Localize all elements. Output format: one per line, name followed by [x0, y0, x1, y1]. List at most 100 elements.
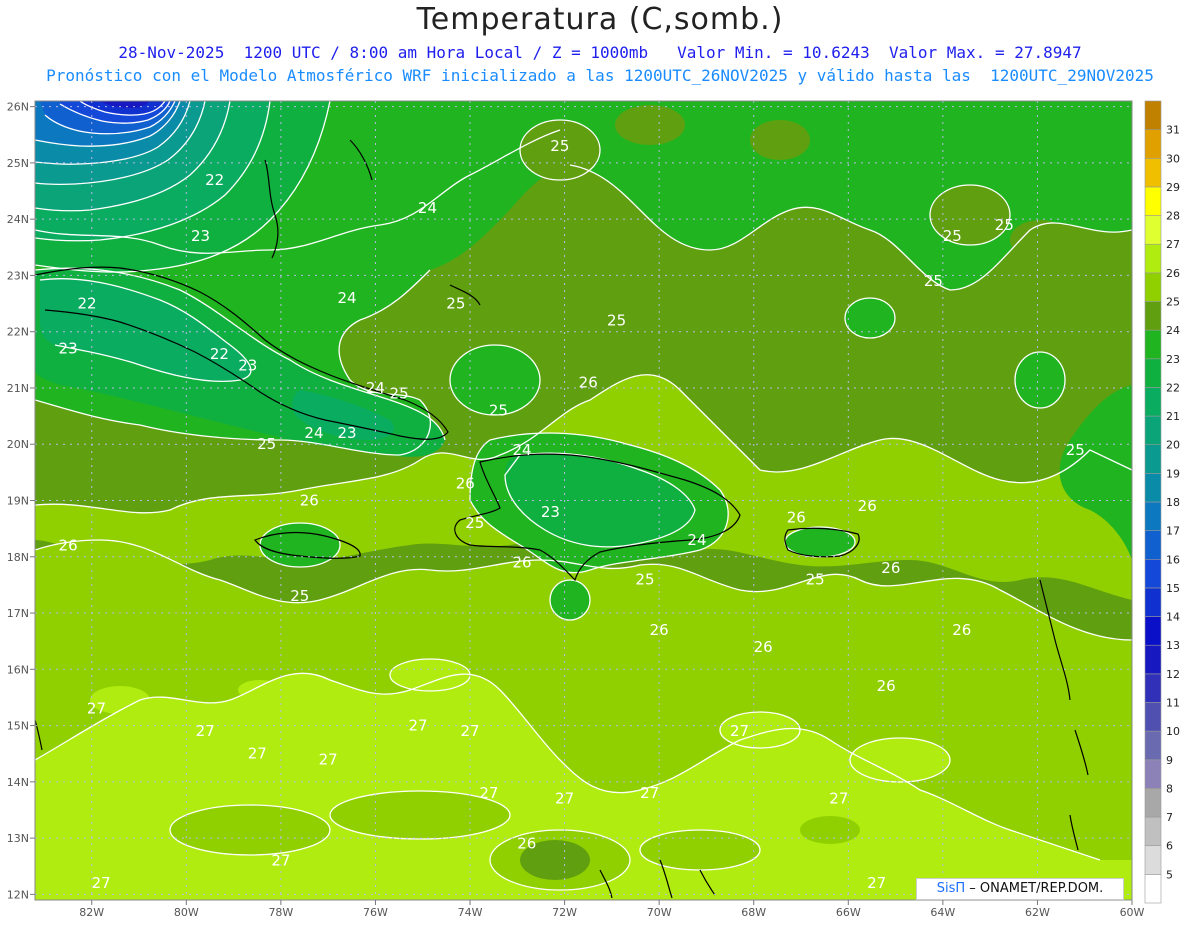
colorbar-swatch: [1144, 215, 1162, 245]
colorbar-swatch: [1144, 186, 1162, 216]
colorbar-level-label: 27: [1166, 238, 1180, 251]
colorbar-swatch: [1144, 415, 1162, 446]
credit-brand: SisΠ: [936, 881, 966, 896]
contour-label: 23: [541, 503, 560, 521]
tick-label-lon: 64W: [930, 906, 955, 919]
tick-label-lon: 72W: [552, 906, 577, 919]
colorbar-level-label: 13: [1166, 639, 1180, 652]
colorbar-swatch: [1144, 387, 1162, 417]
tick-label-lon: 68W: [741, 906, 766, 919]
colorbar-swatch: [1144, 587, 1162, 617]
colorbar-swatch: [1144, 845, 1162, 875]
colorbar-swatch: [1144, 329, 1162, 360]
tick-label-lat: 25N: [7, 157, 29, 170]
contour-label: 24: [366, 379, 385, 397]
tick-label-lat: 13N: [7, 832, 29, 845]
tick-label-lat: 22N: [7, 326, 29, 339]
contour-label: 26: [650, 621, 669, 639]
colorbar-level-label: 8: [1166, 782, 1173, 795]
contour-label: 24: [512, 441, 531, 459]
tick-label-lat: 20N: [7, 438, 29, 451]
contour-label: 24: [338, 289, 357, 307]
colorbar-level-label: 22: [1166, 381, 1180, 394]
tick-label-lat: 24N: [7, 213, 29, 226]
temperature-map: 25 22 24 23 25 25 24 25 25 22 25 23 22 23 26 24 25 25 24 23…: [7, 100, 1180, 919]
contour-label: 23: [59, 340, 78, 358]
contour-label: 24: [304, 424, 323, 442]
tick-label-lon: 82W: [79, 906, 104, 919]
tick-label-lon: 78W: [268, 906, 293, 919]
tick-label-lon: 60W: [1120, 906, 1145, 919]
colorbar-swatch: [1144, 530, 1162, 560]
contour-label: 26: [300, 492, 319, 510]
contour-label: 25: [995, 216, 1014, 234]
colorbar-swatch: [1144, 616, 1162, 646]
credit-text: – ONAMET/REP.DOM.: [965, 881, 1104, 896]
colorbar-level-label: 15: [1166, 582, 1180, 595]
colorbar-level-label: 19: [1166, 467, 1180, 480]
credit-badge: SisΠ – ONAMET/REP.DOM.: [916, 878, 1124, 900]
contour-label: 27: [867, 874, 886, 892]
contour-label: 27: [460, 722, 479, 740]
colorbar-level-label: 31: [1166, 124, 1180, 137]
tick-label-lat: 15N: [7, 720, 29, 733]
contour-label: 27: [92, 874, 111, 892]
colorbar-swatch: [1144, 702, 1162, 732]
contour-label: 27: [555, 790, 574, 808]
colorbar-swatch: [1144, 673, 1162, 703]
colorbar-swatch: [1144, 558, 1162, 589]
colorbar-swatch: [1144, 874, 1162, 904]
colorbar-level-label: 28: [1166, 210, 1180, 223]
colorbar-level-label: 17: [1166, 525, 1180, 538]
colorbar-swatch: [1144, 816, 1162, 847]
colorbar-swatch: [1144, 473, 1162, 503]
tick-label-lon: 74W: [458, 906, 483, 919]
tick-label-lat: 26N: [7, 101, 29, 114]
contour-label: 27: [829, 790, 848, 808]
contour-label: 25: [550, 137, 569, 155]
colorbar-level-label: 26: [1166, 267, 1180, 280]
contour-label: 23: [238, 356, 257, 374]
colorbar-level-label: 12: [1166, 668, 1180, 681]
colorbar-swatch: [1144, 301, 1162, 331]
colorbar-swatch: [1144, 644, 1162, 675]
colorbar-level-label: 20: [1166, 439, 1180, 452]
contour-label: 25: [607, 311, 626, 329]
tick-label-lat: 14N: [7, 776, 29, 789]
contour-label: 25: [446, 295, 465, 313]
contour-label: 25: [924, 272, 943, 290]
contour-label: 25: [290, 587, 309, 605]
colorbar-level-label: 5: [1166, 868, 1173, 881]
contour-label: 27: [408, 717, 427, 735]
colorbar: 5 6 7 8 9 10 11 12 13 14 15 16 17 18 19 20 21 22 23 24 25 26 2…: [1144, 100, 1180, 904]
contour-label: 25: [943, 227, 962, 245]
colorbar-level-label: 7: [1166, 811, 1173, 824]
contour-label: 26: [952, 621, 971, 639]
contour-label: 26: [787, 508, 806, 526]
contour-label: 26: [877, 677, 896, 695]
colorbar-swatch: [1144, 444, 1162, 474]
colorbar-level-label: 10: [1166, 725, 1180, 738]
colorbar-level-label: 24: [1166, 324, 1180, 337]
colorbar-level-label: 23: [1166, 353, 1180, 366]
tick-label-lon: 70W: [647, 906, 672, 919]
contour-label: 22: [77, 295, 96, 313]
contour-label: 26: [579, 373, 598, 391]
contour-label: 27: [640, 784, 659, 802]
colorbar-level-label: 6: [1166, 840, 1173, 853]
contour-label: 27: [271, 852, 290, 870]
contour-label: 22: [210, 345, 229, 363]
colorbar-level-label: 25: [1166, 296, 1180, 309]
tick-label-lat: 18N: [7, 551, 29, 564]
colorbar-level-label: 14: [1166, 611, 1180, 624]
tick-label-lon: 66W: [836, 906, 861, 919]
contour-label: 27: [248, 745, 267, 763]
colorbar-swatch: [1144, 129, 1162, 159]
colorbar-level-label: 16: [1166, 553, 1180, 566]
colorbar-swatch: [1144, 100, 1162, 130]
colorbar-swatch: [1144, 358, 1162, 388]
map-field: 25 22 24 23 25 25 24 25 25 22 25 23 22 23 26 24 25 25 24 23…: [35, 101, 1132, 900]
colorbar-swatch: [1144, 501, 1162, 531]
contour-label: 26: [512, 553, 531, 571]
contour-label: 25: [489, 401, 508, 419]
